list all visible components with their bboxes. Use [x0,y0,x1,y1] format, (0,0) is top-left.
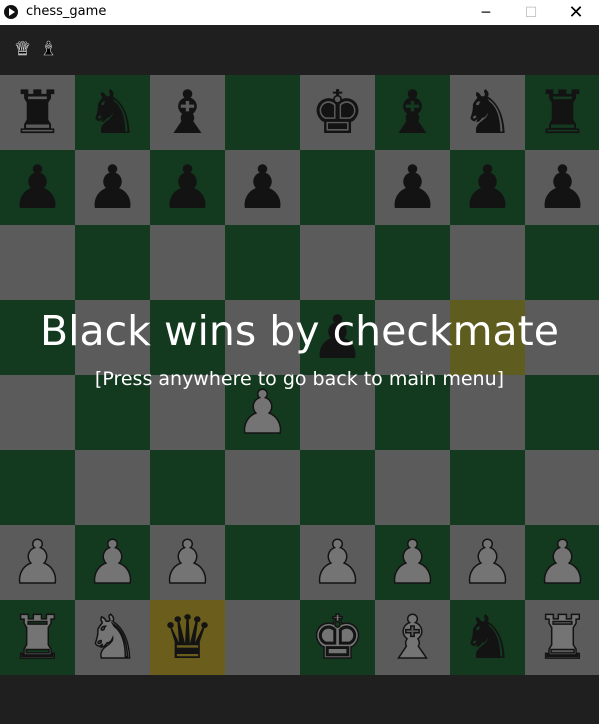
back-to-menu-hint: [Press anywhere to go back to main menu] [94,368,505,390]
captured-bishop-icon: ♝ [40,38,58,61]
maximize-button[interactable]: ☐ [508,0,554,25]
close-button[interactable]: ✕ [553,0,599,25]
app-icon [4,5,18,19]
minimize-button[interactable]: ─ [463,0,509,25]
window-title: chess_game [26,4,107,19]
title-bar: chess_game ─ ☐ ✕ [0,0,599,25]
game-over-message: Black wins by checkmate [40,307,559,355]
bottom-bar [0,675,599,724]
captured-queen-icon: ♛ [14,38,32,61]
captured-pieces-bar: ♛ ♝ [0,25,599,75]
